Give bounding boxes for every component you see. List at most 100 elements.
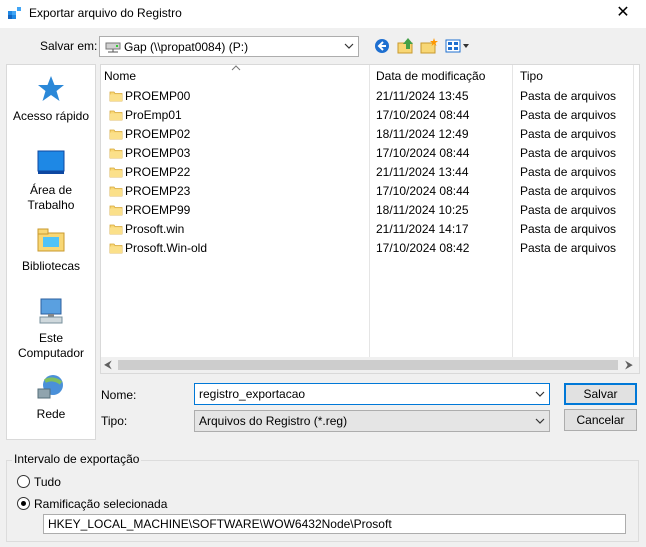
location-dropdown[interactable]: Gap (\\propat0084) (P:): [99, 36, 359, 57]
file-type: Pasta de arquivos: [520, 184, 617, 198]
network-icon: [37, 375, 63, 399]
location-text: Gap (\\propat0084) (P:): [124, 40, 249, 54]
file-name: PROEMP02: [125, 127, 191, 141]
place-desktop[interactable]: Área de Trabalho: [7, 147, 95, 213]
place-label: Este Computador: [17, 331, 85, 360]
table-row[interactable]: PROEMP00 21/11/2024 13:45 Pasta de arquivo…: [101, 87, 631, 106]
chevron-down-icon: [344, 43, 354, 49]
file-name: ProEmp01: [125, 108, 182, 122]
file-date: 21/11/2024 13:45: [376, 89, 469, 103]
table-row[interactable]: PROEMP22 21/11/2024 13:44 Pasta de arquivo…: [101, 163, 631, 182]
table-row[interactable]: Prosoft.win 21/11/2024 14:17 Pasta de arqu…: [101, 220, 631, 239]
table-row[interactable]: PROEMP99 18/11/2024 10:25 Pasta de arquivo…: [101, 201, 631, 220]
file-name: PROEMP23: [125, 184, 191, 198]
file-date: 18/11/2024 10:25: [376, 203, 469, 217]
file-name: PROEMP03: [125, 146, 191, 160]
file-date: 18/11/2024 12:49: [376, 127, 469, 141]
folder-icon: [109, 148, 123, 159]
table-row[interactable]: Prosoft.Win-old 17/10/2024 08:42 Pasta de …: [101, 239, 631, 258]
scrollbar-thumb[interactable]: [118, 360, 618, 370]
radio-all-label: Tudo: [34, 475, 61, 489]
libraries-icon: [37, 228, 65, 252]
sort-ascending-icon: [231, 65, 241, 71]
place-label: Área de Trabalho: [27, 183, 75, 212]
table-row[interactable]: PROEMP02 18/11/2024 12:49 Pasta de arquivo…: [101, 125, 631, 144]
file-type: Pasta de arquivos: [520, 108, 617, 122]
file-date: 17/10/2024 08:44: [376, 108, 470, 122]
filename-label: Nome:: [101, 388, 137, 402]
radio-branch-label: Ramificação selecionada: [34, 497, 168, 511]
folder-icon: [109, 205, 123, 216]
folder-icon: [109, 110, 123, 121]
filetype-value: Arquivos do Registro (*.reg): [199, 414, 348, 428]
branch-path-input[interactable]: HKEY_LOCAL_MACHINE\SOFTWARE\WOW6432Node\…: [43, 514, 626, 534]
new-folder-icon[interactable]: [419, 37, 439, 55]
folder-icon: [109, 186, 123, 197]
file-date: 17/10/2024 08:42: [376, 241, 470, 255]
file-type: Pasta de arquivos: [520, 203, 617, 217]
folder-icon: [109, 129, 123, 140]
file-name: PROEMP99: [125, 203, 191, 217]
place-this-pc[interactable]: Este Computador: [7, 295, 95, 361]
place-label: Rede: [36, 407, 66, 421]
radio-all-button[interactable]: [17, 475, 30, 488]
save-in-label: Salvar em:: [40, 39, 98, 53]
file-type: Pasta de arquivos: [520, 127, 617, 141]
file-list[interactable]: Nome Data de modificação Tipo PROEMP00 21…: [100, 64, 640, 374]
filetype-label: Tipo:: [101, 414, 128, 428]
back-icon[interactable]: [373, 37, 393, 55]
places-bar: Acesso rápido Área de Trabalho Bibliotec…: [6, 64, 96, 440]
close-button[interactable]: ✕: [600, 0, 646, 28]
window-title: Exportar arquivo do Registro: [29, 6, 182, 20]
file-type: Pasta de arquivos: [520, 222, 617, 236]
file-date: 17/10/2024 08:44: [376, 184, 470, 198]
scroll-right-icon[interactable]: ⮞: [625, 359, 633, 372]
view-menu-icon[interactable]: [444, 37, 470, 55]
place-libraries[interactable]: Bibliotecas: [7, 223, 95, 274]
branch-path-value: HKEY_LOCAL_MACHINE\SOFTWARE\WOW6432Node\…: [48, 517, 392, 531]
folder-icon: [109, 91, 123, 102]
cancel-button[interactable]: Cancelar: [564, 409, 637, 431]
table-row[interactable]: PROEMP23 17/10/2024 08:44 Pasta de arquivo…: [101, 182, 631, 201]
filetype-dropdown[interactable]: Arquivos do Registro (*.reg): [194, 410, 550, 432]
up-folder-icon[interactable]: [396, 37, 416, 55]
folder-icon: [109, 243, 123, 254]
folder-icon: [109, 224, 123, 235]
chevron-down-icon[interactable]: [535, 389, 545, 399]
column-header-type[interactable]: Tipo: [520, 69, 543, 83]
export-range-label: Intervalo de exportação: [12, 452, 142, 466]
file-name: PROEMP00: [125, 89, 191, 103]
radio-branch-button[interactable]: [17, 497, 30, 510]
table-row[interactable]: PROEMP03 17/10/2024 08:44 Pasta de arquivo…: [101, 144, 631, 163]
registry-icon: [8, 7, 21, 19]
place-network[interactable]: Rede: [7, 371, 95, 422]
file-type: Pasta de arquivos: [520, 165, 617, 179]
desktop-icon: [37, 150, 65, 174]
file-type: Pasta de arquivos: [520, 146, 617, 160]
file-type: Pasta de arquivos: [520, 89, 617, 103]
filename-value: registro_exportacao: [199, 387, 306, 401]
place-quick-access[interactable]: Acesso rápido: [7, 73, 95, 124]
file-type: Pasta de arquivos: [520, 241, 617, 255]
file-name: Prosoft.Win-old: [125, 241, 208, 255]
column-header-date[interactable]: Data de modificação: [376, 69, 485, 83]
filename-input[interactable]: registro_exportacao: [194, 383, 550, 405]
folder-icon: [109, 167, 123, 178]
file-date: 17/10/2024 08:44: [376, 146, 470, 160]
title-bar: Exportar arquivo do Registro ✕: [0, 0, 646, 28]
chevron-down-icon: [535, 418, 545, 424]
computer-icon: [39, 298, 63, 324]
column-header-name[interactable]: Nome: [104, 69, 136, 83]
horizontal-scrollbar[interactable]: ⮜ ⮞: [101, 357, 639, 373]
network-drive-icon: [105, 42, 121, 53]
file-name: PROEMP22: [125, 165, 191, 179]
place-label: Bibliotecas: [21, 259, 81, 273]
star-icon: [38, 76, 64, 101]
file-name: Prosoft.win: [125, 222, 185, 236]
file-date: 21/11/2024 14:17: [376, 222, 469, 236]
scroll-left-icon[interactable]: ⮜: [104, 359, 112, 372]
table-row[interactable]: ProEmp01 17/10/2024 08:44 Pasta de arquivo…: [101, 106, 631, 125]
save-button[interactable]: Salvar: [564, 383, 637, 405]
column-separator: [633, 65, 634, 357]
file-date: 21/11/2024 13:44: [376, 165, 469, 179]
